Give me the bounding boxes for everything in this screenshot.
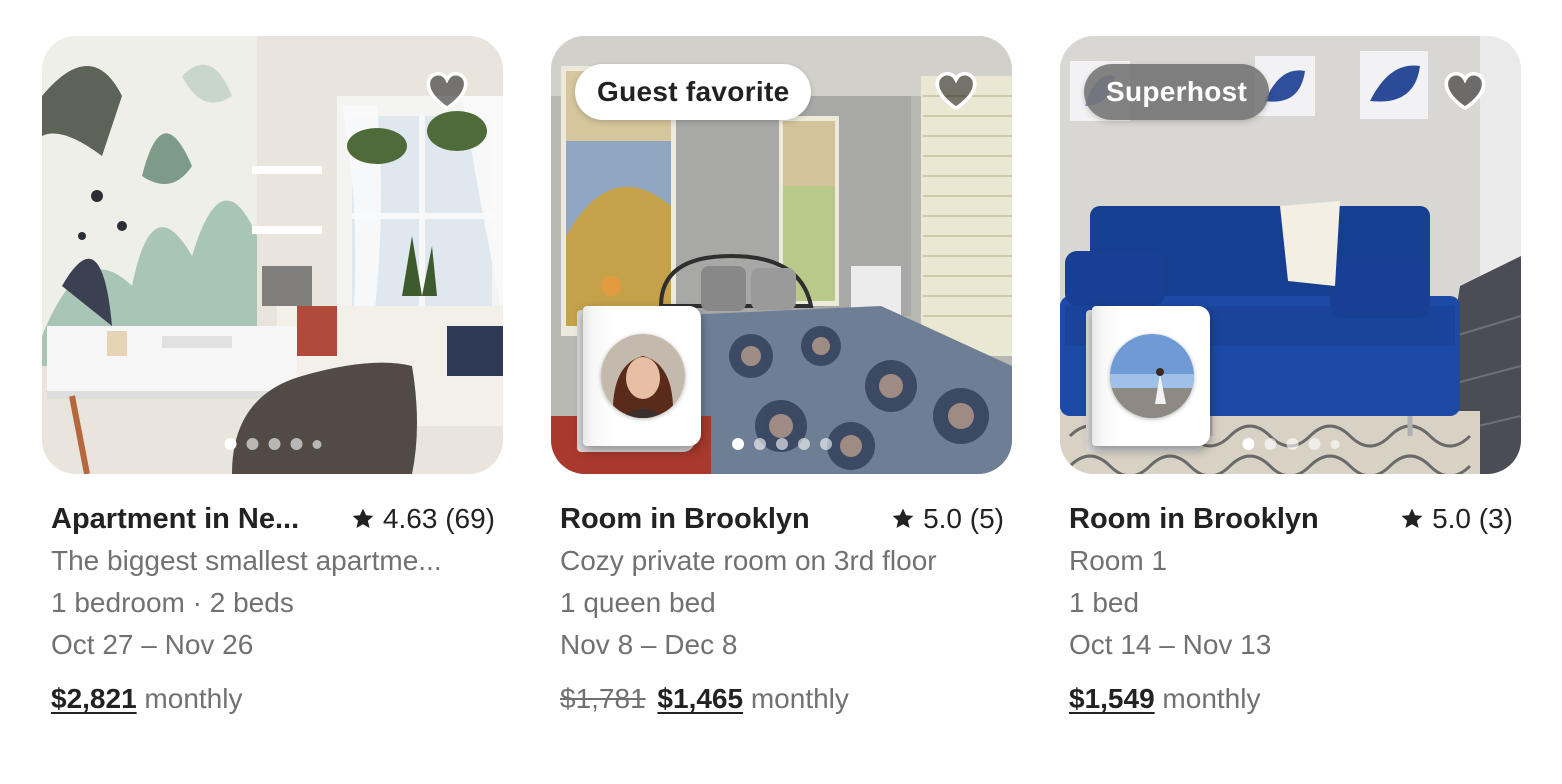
photo-pagination [1242,438,1339,450]
listing-grid: Apartment in Ne... 4.63 (69) The biggest… [42,36,1521,720]
listing-photo-carousel[interactable] [42,36,503,474]
rating-value: 5.0 (3) [1432,503,1513,534]
listing-rating: 4.63 (69) [351,503,495,535]
star-icon [1401,508,1423,528]
pagination-dot[interactable] [1286,438,1298,450]
pagination-dot[interactable] [797,438,810,450]
listing-description: The biggest smallest apartme... [51,545,442,576]
listing-dates: Nov 8 – Dec 8 [560,629,738,660]
pagination-dot[interactable] [268,438,280,450]
heart-outline-icon [1444,71,1486,111]
heart-outline-icon [426,71,468,111]
save-heart-button[interactable] [932,68,980,114]
price-unit: monthly [144,683,243,714]
listing-info: Room in Brooklyn 5.0 (3) Room 1 1 bed Oc… [1060,498,1521,720]
pagination-dot[interactable] [246,438,258,450]
host-profile-card[interactable] [1086,306,1210,452]
pagination-dot[interactable] [1308,438,1320,450]
listing-beds: 1 bedroom · 2 beds [51,587,294,618]
price-unit: monthly [1162,683,1261,714]
listing-title: Room in Brooklyn [560,502,810,535]
listing-title: Apartment in Ne... [51,502,300,535]
listing-price[interactable]: $1,465 [657,683,743,714]
pagination-dot[interactable] [312,439,321,449]
listing-card[interactable]: Guest favorite Room in Brooklyn 5.0 (5) … [551,36,1012,720]
listing-info: Apartment in Ne... 4.63 (69) The biggest… [42,498,503,720]
pagination-dot[interactable] [290,438,302,450]
pagination-dot[interactable] [819,438,832,450]
photo-pagination [224,438,321,450]
listing-dates: Oct 14 – Nov 13 [1069,629,1272,660]
listing-photo-carousel[interactable]: Superhost [1060,36,1521,474]
save-heart-button[interactable] [423,68,471,114]
listing-dates: Oct 27 – Nov 26 [51,629,254,660]
save-heart-button[interactable] [1441,68,1489,114]
price-unit: monthly [750,683,849,714]
heart-outline-icon [935,71,977,111]
listing-beds: 1 bed [1069,587,1140,618]
pagination-dot[interactable] [1264,438,1276,450]
rating-value: 5.0 (5) [923,503,1004,534]
listing-beds: 1 queen bed [560,587,716,618]
pagination-dot[interactable] [731,438,744,450]
listing-price-row: $2,821 monthly [51,678,495,720]
pagination-dot[interactable] [1242,438,1254,450]
listing-price[interactable]: $2,821 [51,683,137,714]
listing-rating: 5.0 (3) [1400,503,1513,535]
listing-description: Cozy private room on 3rd floor [560,545,937,576]
listing-info: Room in Brooklyn 5.0 (5) Cozy private ro… [551,498,1012,720]
listing-description: Room 1 [1069,545,1168,576]
host-profile-card[interactable] [577,306,701,452]
listing-title: Room in Brooklyn [1069,502,1319,535]
pagination-dot[interactable] [775,438,788,450]
guest-favorite-badge: Guest favorite [575,64,812,120]
photo-pagination [731,438,832,450]
listing-price-row: $1,781 $1,465 monthly [560,678,1004,720]
listing-price[interactable]: $1,549 [1069,683,1155,714]
listing-price-row: $1,549 monthly [1069,678,1513,720]
star-icon [352,508,374,528]
host-avatar [1110,334,1194,418]
superhost-badge: Superhost [1084,64,1270,120]
pagination-dot[interactable] [753,438,766,450]
listing-original-price: $1,781 [560,683,646,714]
listing-photo-carousel[interactable]: Guest favorite [551,36,1012,474]
pagination-dot[interactable] [224,438,236,450]
rating-value: 4.63 (69) [382,503,495,534]
star-icon [892,508,914,528]
listing-card[interactable]: Apartment in Ne... 4.63 (69) The biggest… [42,36,503,720]
pagination-dot[interactable] [1330,439,1339,449]
host-avatar [601,334,685,418]
listing-rating: 5.0 (5) [891,503,1004,535]
listing-card[interactable]: Superhost Room in Brooklyn 5.0 (3) Room … [1060,36,1521,720]
